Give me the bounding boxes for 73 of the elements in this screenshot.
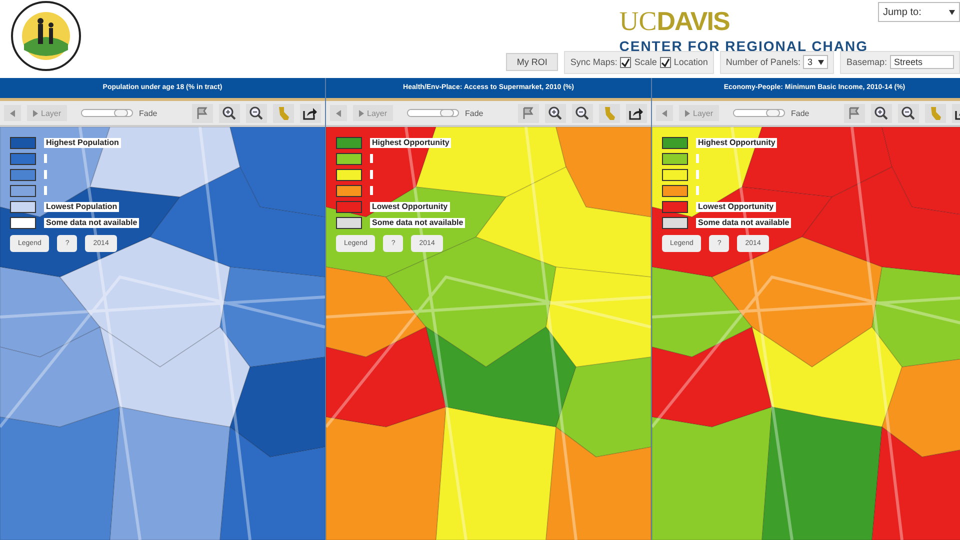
checkbox-label: Location (674, 57, 708, 67)
zoom-out-button[interactable] (898, 104, 919, 122)
flag-icon (195, 106, 210, 120)
state-shape-icon (928, 106, 943, 120)
flag-icon (847, 106, 862, 120)
legend-label: Highest Opportunity (696, 138, 778, 148)
zoom-out-button[interactable] (572, 104, 593, 122)
left-triangle-icon (662, 110, 667, 116)
zoom-in-icon (222, 106, 237, 120)
sync-maps-label: Sync Maps: (570, 57, 618, 67)
fade-label: Fade (139, 108, 158, 118)
legend-label: Some data not available (44, 218, 140, 228)
legend-label: Some data not available (370, 218, 466, 228)
share-button[interactable] (626, 104, 647, 122)
logo-subtitle: CENTER FOR REGIONAL CHANG (619, 38, 868, 54)
zoom-out-icon (901, 106, 916, 120)
left-triangle-icon (336, 110, 341, 116)
zoom-out-icon (249, 106, 264, 120)
caret-icon (949, 10, 955, 14)
state-shape-icon (602, 106, 617, 120)
logo-text: UC (619, 9, 657, 33)
state-shape-icon (276, 106, 291, 120)
zoom-in-button[interactable] (545, 104, 566, 122)
legend-label: Highest Population (44, 138, 121, 148)
zoom-out-button[interactable] (246, 104, 267, 122)
zoom-in-icon (548, 106, 563, 120)
share-button[interactable] (300, 104, 321, 122)
share-icon (303, 106, 318, 120)
right-triangle-icon (33, 110, 38, 116)
legend-label: Highest Opportunity (370, 138, 452, 148)
back-button[interactable] (330, 105, 347, 121)
legend-label: Lowest Opportunity (370, 202, 450, 212)
state-shape-button[interactable] (925, 104, 946, 122)
checkbox[interactable] (660, 56, 671, 68)
fade-slider[interactable] (81, 109, 134, 117)
legend-label: Lowest Population (44, 202, 120, 212)
caret-icon (818, 60, 824, 64)
fade-slider[interactable] (407, 109, 460, 117)
state-shape-button[interactable] (599, 104, 620, 122)
right-triangle-icon (685, 110, 690, 116)
back-button[interactable] (4, 105, 21, 121)
zoom-in-button[interactable] (871, 104, 892, 122)
checkbox-label: Scale (634, 57, 657, 67)
basemap-label: Basemap: (846, 57, 887, 67)
share-icon (629, 106, 644, 120)
checkbox[interactable] (620, 56, 632, 68)
checkmark-icon (621, 58, 630, 66)
legend-label: Some data not available (696, 218, 792, 228)
slider-thumb[interactable] (114, 109, 128, 117)
fade-label: Fade (791, 108, 810, 118)
state-shape-button[interactable] (273, 104, 294, 122)
flag-icon (521, 106, 536, 120)
legend-label: Lowest Opportunity (696, 202, 776, 212)
slider-thumb[interactable] (766, 109, 780, 117)
flag-button[interactable] (844, 104, 865, 122)
basemap-dropdown[interactable]: Streets (890, 55, 954, 69)
checkmark-icon (660, 58, 670, 66)
flag-button[interactable] (192, 104, 213, 122)
fade-slider[interactable] (733, 109, 786, 117)
panels-label: Number of Panels: (726, 57, 800, 67)
panels-dropdown[interactable]: 3 (803, 55, 828, 69)
right-triangle-icon (359, 110, 364, 116)
slider-thumb[interactable] (440, 109, 454, 117)
back-button[interactable] (656, 105, 673, 121)
fade-label: Fade (465, 108, 484, 118)
left-triangle-icon (10, 110, 15, 116)
jump-to-dropdown[interactable]: Jump to: (878, 2, 960, 22)
zoom-out-icon (575, 106, 590, 120)
flag-button[interactable] (518, 104, 539, 122)
my-roi-button[interactable]: My ROI (506, 53, 558, 71)
zoom-in-icon (874, 106, 889, 120)
logo-text: DAVIS (656, 9, 730, 33)
zoom-in-button[interactable] (219, 104, 240, 122)
